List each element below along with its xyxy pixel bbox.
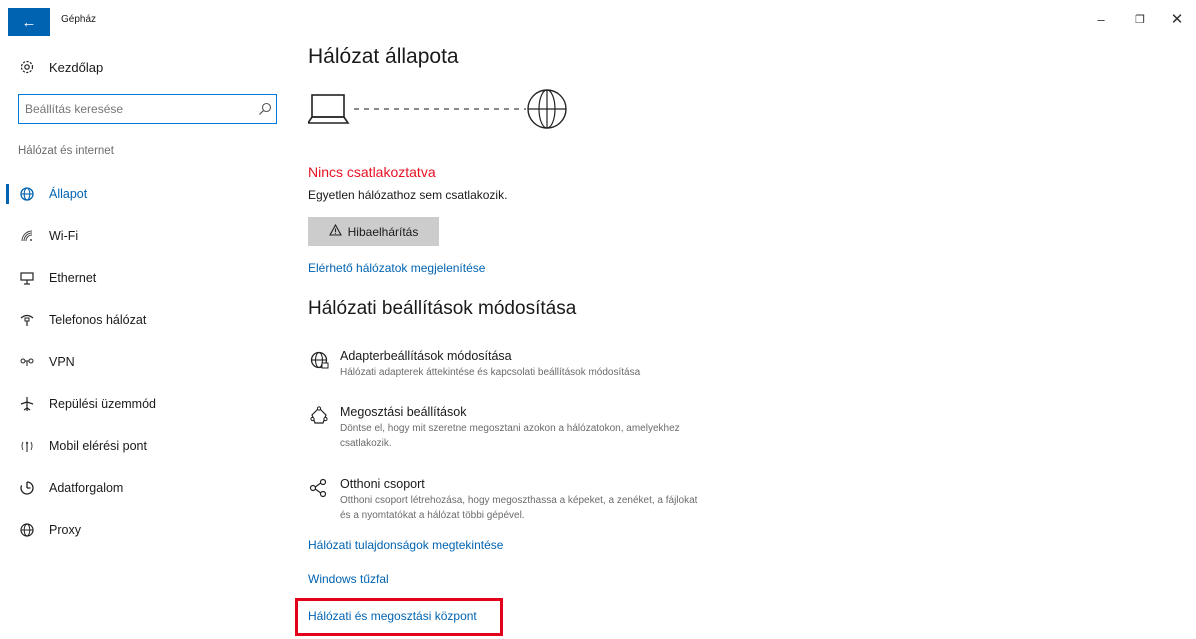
troubleshoot-label: Hibaelhárítás <box>347 224 419 239</box>
sidebar-item-label: Telefonos hálózat <box>49 313 147 327</box>
proxy-globe-icon <box>18 521 36 539</box>
sidebar-item-label: Repülési üzemmód <box>49 397 156 411</box>
sidebar-item-proxy[interactable]: Proxy <box>0 509 290 551</box>
active-indicator <box>6 184 9 204</box>
setting-sharing-options[interactable]: Megosztási beállítások Döntse el, hogy m… <box>308 404 728 451</box>
setting-description: Döntse el, hogy mit szeretne megosztani … <box>340 423 680 449</box>
sidebar-item-airplane[interactable]: Repülési üzemmód <box>0 383 290 425</box>
dialup-icon <box>18 311 36 329</box>
sidebar-item-hotspot[interactable]: Mobil elérési pont <box>0 425 290 467</box>
setting-description: Otthoni csoport létrehozása, hogy megosz… <box>340 495 698 521</box>
sidebar-item-label: Ethernet <box>49 271 97 285</box>
network-sharing-center-link[interactable]: Hálózati és megosztási központ <box>308 609 477 623</box>
homegroup-icon <box>308 477 330 499</box>
airplane-icon <box>18 395 36 413</box>
nav-list: Állapot Wi-Fi Ethernet Telefonos hálózat… <box>0 173 290 551</box>
minimize-button[interactable]: – <box>1090 12 1112 28</box>
view-network-properties-link[interactable]: Hálózati tulajdonságok megtekintése <box>308 538 503 552</box>
sidebar-item-data-usage[interactable]: Adatforgalom <box>0 467 290 509</box>
sidebar-item-label: Állapot <box>49 187 88 201</box>
back-button[interactable]: ← <box>8 8 50 36</box>
search-box[interactable] <box>18 94 277 124</box>
globe-status-icon <box>18 185 36 203</box>
sidebar-item-label: Proxy <box>49 523 81 537</box>
internet-globe-icon <box>527 89 567 129</box>
sidebar-item-wifi[interactable]: Wi-Fi <box>0 215 290 257</box>
sidebar-item-ethernet[interactable]: Ethernet <box>0 257 290 299</box>
page-title: Hálózat állapota <box>308 45 459 68</box>
setting-title: Adapterbeállítások módosítása <box>340 349 512 363</box>
main-content: Hálózat állapota Nincs csatlakoztatva Eg… <box>295 40 1188 639</box>
setting-description: Hálózati adapterek áttekintése és kapcso… <box>340 367 641 378</box>
search-icon <box>254 100 276 118</box>
setting-adapter-options[interactable]: Adapterbeállítások módosítása Hálózati a… <box>308 348 728 380</box>
back-arrow-icon: ← <box>21 13 37 31</box>
status-description: Egyetlen hálózathoz sem csatlakozik. <box>308 188 508 202</box>
setting-homegroup[interactable]: Otthoni csoport Otthoni csoport létrehoz… <box>308 476 728 523</box>
gear-icon <box>18 58 36 76</box>
sidebar-item-dialup[interactable]: Telefonos hálózat <box>0 299 290 341</box>
status-title: Nincs csatlakoztatva <box>308 164 436 180</box>
setting-title: Otthoni csoport <box>340 477 425 491</box>
vpn-icon <box>18 353 36 371</box>
sidebar: Kezdőlap Hálózat és internet Állapot Wi-… <box>0 40 290 639</box>
show-available-networks-link[interactable]: Elérhető hálózatok megjelenítése <box>308 261 485 275</box>
troubleshoot-button[interactable]: Hibaelhárítás <box>308 217 439 246</box>
title-bar: ← Gépház – ❐ ✕ <box>0 0 1196 40</box>
sidebar-item-vpn[interactable]: VPN <box>0 341 290 383</box>
setting-text: Otthoni csoport Otthoni csoport létrehoz… <box>340 476 710 523</box>
search-input[interactable] <box>19 95 254 123</box>
sharing-icon <box>308 405 330 427</box>
sidebar-item-label: Wi-Fi <box>49 229 79 243</box>
section-title: Hálózati beállítások módosítása <box>308 298 577 319</box>
restore-button[interactable]: ❐ <box>1129 12 1151 28</box>
laptop-icon <box>306 94 350 124</box>
hotspot-icon <box>18 437 36 455</box>
home-label: Kezdőlap <box>49 59 104 75</box>
sidebar-item-label: VPN <box>49 355 75 369</box>
sidebar-item-label: Adatforgalom <box>49 481 124 495</box>
sidebar-item-status[interactable]: Állapot <box>0 173 290 215</box>
setting-text: Adapterbeállítások módosítása Hálózati a… <box>340 348 710 380</box>
data-usage-icon <box>18 479 36 497</box>
section-label: Hálózat és internet <box>18 145 114 157</box>
nav-home[interactable]: Kezdőlap <box>18 58 103 76</box>
wifi-icon <box>18 227 36 245</box>
windows-firewall-link[interactable]: Windows tűzfal <box>308 572 389 586</box>
ethernet-icon <box>18 269 36 287</box>
setting-title: Megosztási beállítások <box>340 405 467 419</box>
app-title: Gépház <box>61 14 97 25</box>
warning-icon <box>328 223 342 239</box>
close-button[interactable]: ✕ <box>1166 12 1188 28</box>
network-diagram <box>306 88 573 137</box>
sidebar-item-label: Mobil elérési pont <box>49 439 147 453</box>
setting-text: Megosztási beállítások Döntse el, hogy m… <box>340 404 710 451</box>
adapter-globe-icon <box>308 349 330 371</box>
